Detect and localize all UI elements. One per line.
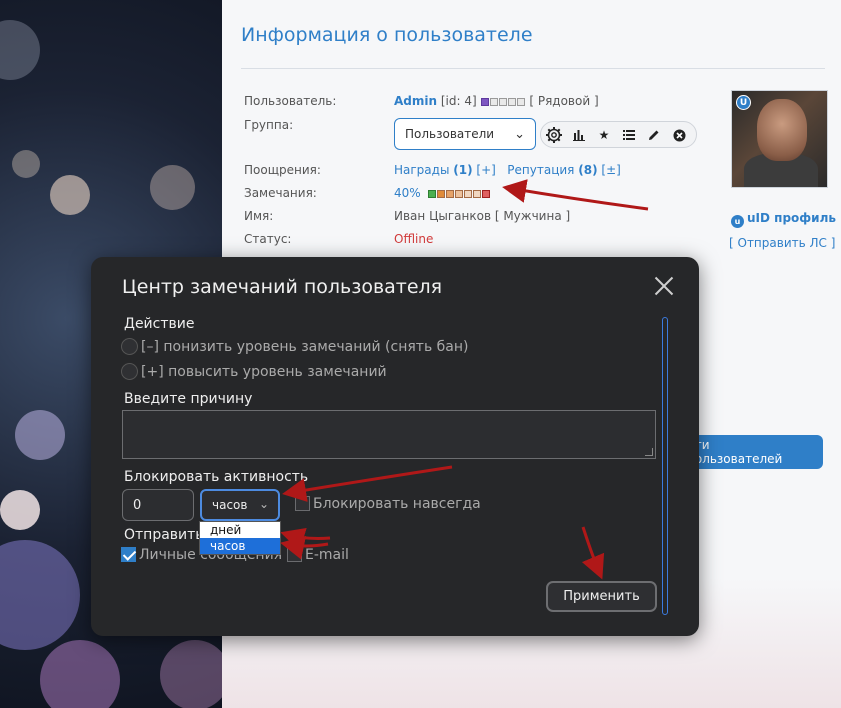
modal-scrollbar[interactable] [662, 317, 668, 615]
radio-button[interactable] [121, 338, 138, 355]
notify-heading-end: е [295, 527, 305, 543]
block-unit-select[interactable]: часов ⌄ [200, 489, 280, 521]
user-label: Пользователь: [244, 94, 337, 108]
avatar-head [757, 99, 807, 161]
block-unit-dropdown: дней часов [199, 521, 281, 555]
block-forever-checkbox[interactable] [295, 496, 310, 511]
rewards-link[interactable]: Награды [394, 163, 449, 177]
user-name-link[interactable]: Admin [394, 94, 437, 108]
page-title: Информация о пользователе [241, 24, 533, 46]
status-label: Статус: [244, 232, 292, 246]
bokeh-light [15, 410, 65, 460]
apply-button[interactable]: Применить [546, 581, 657, 612]
uid-profile-link[interactable]: u uID профиль [731, 211, 836, 228]
block-forever-label: Блокировать навсегда [313, 496, 481, 512]
delete-icon[interactable] [670, 126, 688, 144]
radio-decrease-label: [–] понизить уровень замечаний (снять ба… [141, 338, 469, 355]
warnings-center-modal: Центр замечаний пользователя Действие [–… [91, 257, 699, 636]
resize-handle-icon[interactable] [645, 448, 653, 456]
bokeh-light [50, 175, 90, 215]
radio-button[interactable] [121, 363, 138, 380]
warnings-label: Замечания: [244, 186, 317, 200]
gear-icon[interactable] [545, 126, 563, 144]
user-rank: [ Рядовой ] [529, 94, 599, 108]
rewards-row: Награды (1) [+] Репутация (8) [±] [394, 163, 621, 177]
pencil-icon[interactable] [645, 126, 663, 144]
block-forever-option[interactable]: Блокировать навсегда [295, 496, 481, 512]
find-users-button[interactable]: йти пользователей [687, 435, 823, 469]
warnings-level-bar[interactable] [428, 186, 491, 200]
warnings-row: 40% [394, 186, 491, 200]
user-row: Admin [id: 4] [ Рядовой ] [394, 94, 599, 108]
bokeh-light [150, 165, 195, 210]
dropdown-option-hours[interactable]: часов [200, 538, 280, 554]
bokeh-light [160, 640, 222, 708]
radio-increase-warning[interactable]: [+] повысить уровень замечаний [121, 363, 387, 380]
reason-heading: Введите причину [124, 391, 253, 407]
uid-profile-text: uID профиль [747, 211, 836, 225]
notify-heading-start: Отправить [124, 527, 204, 543]
reputation-change-link[interactable]: [±] [601, 163, 620, 177]
name-label: Имя: [244, 209, 274, 223]
user-level-bar [480, 94, 526, 108]
bokeh-light [0, 20, 40, 80]
group-select[interactable]: Пользователи ⌄ [394, 118, 536, 150]
block-unit-value: часов [212, 498, 248, 512]
rewards-label: Поощрения: [244, 163, 321, 177]
reputation-count: (8) [578, 163, 598, 177]
list-icon[interactable] [620, 126, 638, 144]
notify-pm-checkbox[interactable] [121, 547, 136, 562]
user-id: [id: 4] [440, 94, 477, 108]
stats-icon[interactable] [570, 126, 588, 144]
bokeh-light [12, 150, 40, 178]
rewards-add-link[interactable]: [+] [476, 163, 495, 177]
uid-badge-icon: U [736, 95, 751, 110]
notify-email-checkbox[interactable] [287, 547, 302, 562]
chevron-down-icon: ⌄ [258, 497, 269, 511]
reason-textarea[interactable] [122, 410, 656, 459]
warnings-percent: 40% [394, 186, 421, 200]
status-value: Offline [394, 232, 434, 246]
send-pm-link[interactable]: [ Отправить ЛС ] [729, 236, 835, 250]
dropdown-option-days[interactable]: дней [200, 522, 280, 538]
radio-decrease-warning[interactable]: [–] понизить уровень замечаний (снять ба… [121, 338, 468, 355]
group-label: Группа: [244, 118, 294, 132]
block-amount-input[interactable]: 0 [122, 489, 194, 521]
bokeh-light [40, 640, 120, 708]
close-icon[interactable] [652, 274, 676, 298]
reputation-link[interactable]: Репутация [507, 163, 574, 177]
uid-icon: u [731, 215, 744, 228]
radio-increase-label: [+] повысить уровень замечаний [141, 363, 387, 380]
action-heading: Действие [124, 316, 195, 332]
title-divider [241, 68, 825, 69]
bokeh-light [0, 540, 80, 650]
notify-email-option[interactable]: E-mail [287, 547, 349, 563]
modal-title: Центр замечаний пользователя [122, 276, 443, 298]
chevron-down-icon: ⌄ [514, 127, 525, 142]
name-value: Иван Цыганков [ Мужчина ] [394, 209, 571, 223]
bokeh-light [0, 490, 40, 530]
block-heading: Блокировать активность [124, 469, 309, 485]
user-admin-toolbar: ★ [540, 121, 697, 148]
notify-email-label: E-mail [305, 547, 349, 563]
star-icon[interactable]: ★ [595, 126, 613, 144]
rewards-count: (1) [453, 163, 473, 177]
group-select-value: Пользователи [405, 127, 495, 141]
avatar: U [731, 90, 828, 188]
